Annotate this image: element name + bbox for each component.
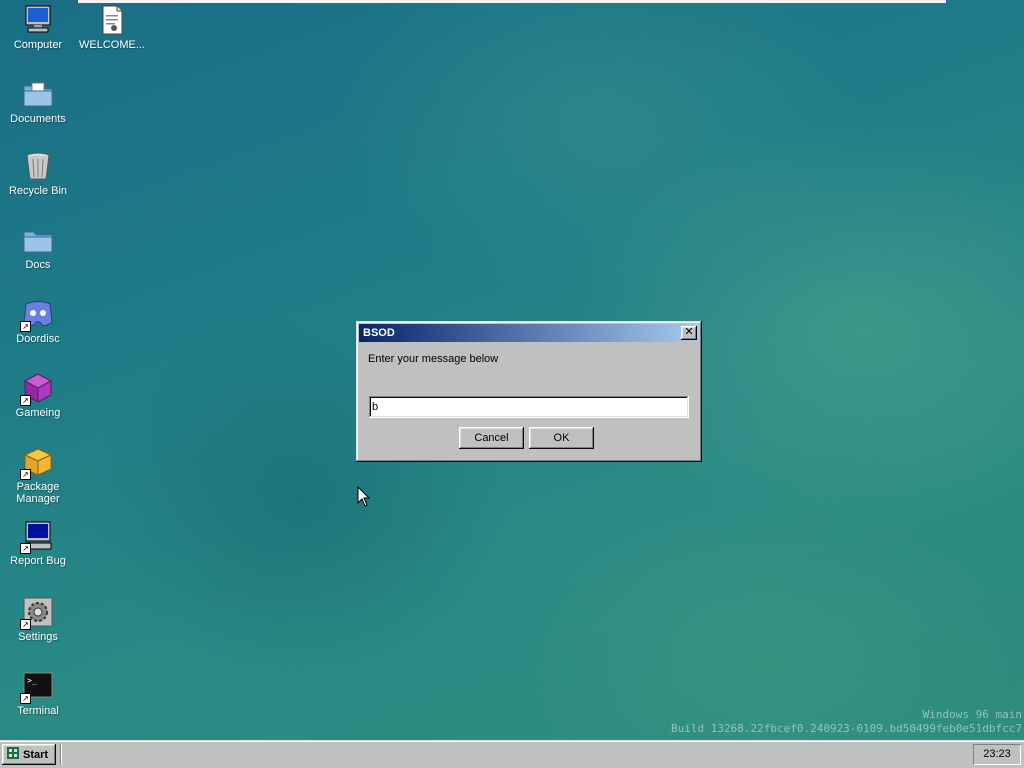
desktop-icon-recycle-bin[interactable]: Recycle Bin [0, 150, 76, 197]
desktop-icon-docs[interactable]: Docs [0, 224, 76, 271]
monitor-icon: ↗ [20, 520, 54, 554]
desktop-icon-package-manager[interactable]: ↗ Package Manager [0, 446, 76, 505]
mouse-cursor-icon [357, 485, 371, 511]
shortcut-arrow-icon: ↗ [20, 321, 31, 332]
desktop-icon-label: Terminal [17, 705, 59, 717]
cube-icon: ↗ [20, 372, 54, 406]
package-icon: ↗ [20, 446, 54, 480]
gear-icon: ↗ [20, 596, 54, 630]
svg-text:>_: >_ [27, 676, 37, 685]
desktop-icon-documents[interactable]: Documents [0, 78, 76, 125]
dialog-titlebar[interactable]: BSOD ✕ [359, 324, 699, 342]
desktop-icon-settings[interactable]: ↗ Settings [0, 596, 76, 643]
desktop-icon-label: WELCOME... [78, 39, 145, 51]
desktop-icon-doordisc[interactable]: ↗ Doordisc [0, 298, 76, 345]
message-input[interactable] [369, 396, 689, 418]
desktop-icon-label: Gameing [15, 407, 61, 419]
desktop-icon-label: Docs [25, 259, 51, 271]
desktop-icon-label: Settings [18, 631, 58, 643]
desktop-icon-label: Report Bug [10, 555, 66, 567]
document-icon [96, 4, 128, 36]
terminal-icon: >_ ↗ [20, 670, 54, 704]
close-button[interactable]: ✕ [681, 326, 697, 340]
desktop-icon-computer[interactable]: Computer [0, 4, 76, 51]
recycle-bin-icon [22, 150, 54, 182]
shortcut-arrow-icon: ↗ [20, 543, 31, 554]
start-button[interactable]: Start [2, 744, 56, 765]
shortcut-arrow-icon: ↗ [20, 395, 31, 406]
cancel-button[interactable]: Cancel [459, 427, 524, 449]
watermark-build: Build 13268.22fbcef0.240923-0109.bd50499… [671, 722, 1022, 735]
start-logo-icon [6, 746, 20, 763]
watermark-os-name: Windows 96 main [922, 708, 1022, 721]
shortcut-arrow-icon: ↗ [20, 693, 31, 704]
system-tray-clock[interactable]: 23:23 [973, 744, 1021, 765]
desktop-icon-gameing[interactable]: ↗ Gameing [0, 372, 76, 419]
dialog-title: BSOD [363, 327, 395, 339]
computer-icon [22, 4, 54, 36]
taskbar-divider [60, 744, 62, 765]
desktop-icon-label: Recycle Bin [8, 185, 68, 197]
start-label: Start [23, 748, 49, 761]
chat-app-icon: ↗ [20, 298, 54, 332]
build-watermark: Windows 96 main Build 13268.22fbcef0.240… [622, 708, 1022, 736]
desktop: Computer WELCOME... Documents Recycle Bi… [0, 0, 1024, 740]
desktop-icon-terminal[interactable]: >_ ↗ Terminal [0, 670, 76, 717]
shortcut-arrow-icon: ↗ [20, 469, 31, 480]
desktop-icon-label: Package Manager [16, 481, 60, 505]
close-icon: ✕ [684, 326, 694, 338]
shortcut-arrow-icon: ↗ [20, 619, 31, 630]
desktop-icon-label: Doordisc [16, 333, 60, 345]
message-dialog: BSOD ✕ Enter your message below Cancel O… [356, 321, 702, 462]
desktop-icon-report-bug[interactable]: ↗ Report Bug [0, 520, 76, 567]
taskbar: Start 23:23 [0, 740, 1024, 768]
ok-button[interactable]: OK [529, 427, 594, 449]
desktop-icon-welcome[interactable]: WELCOME... [74, 4, 150, 51]
dialog-prompt: Enter your message below [368, 353, 499, 365]
desktop-icon-label: Computer [13, 39, 63, 51]
documents-folder-icon [22, 78, 54, 110]
top-window-edge [78, 0, 946, 3]
desktop-icon-label: Documents [10, 113, 66, 125]
folder-icon [22, 224, 54, 256]
